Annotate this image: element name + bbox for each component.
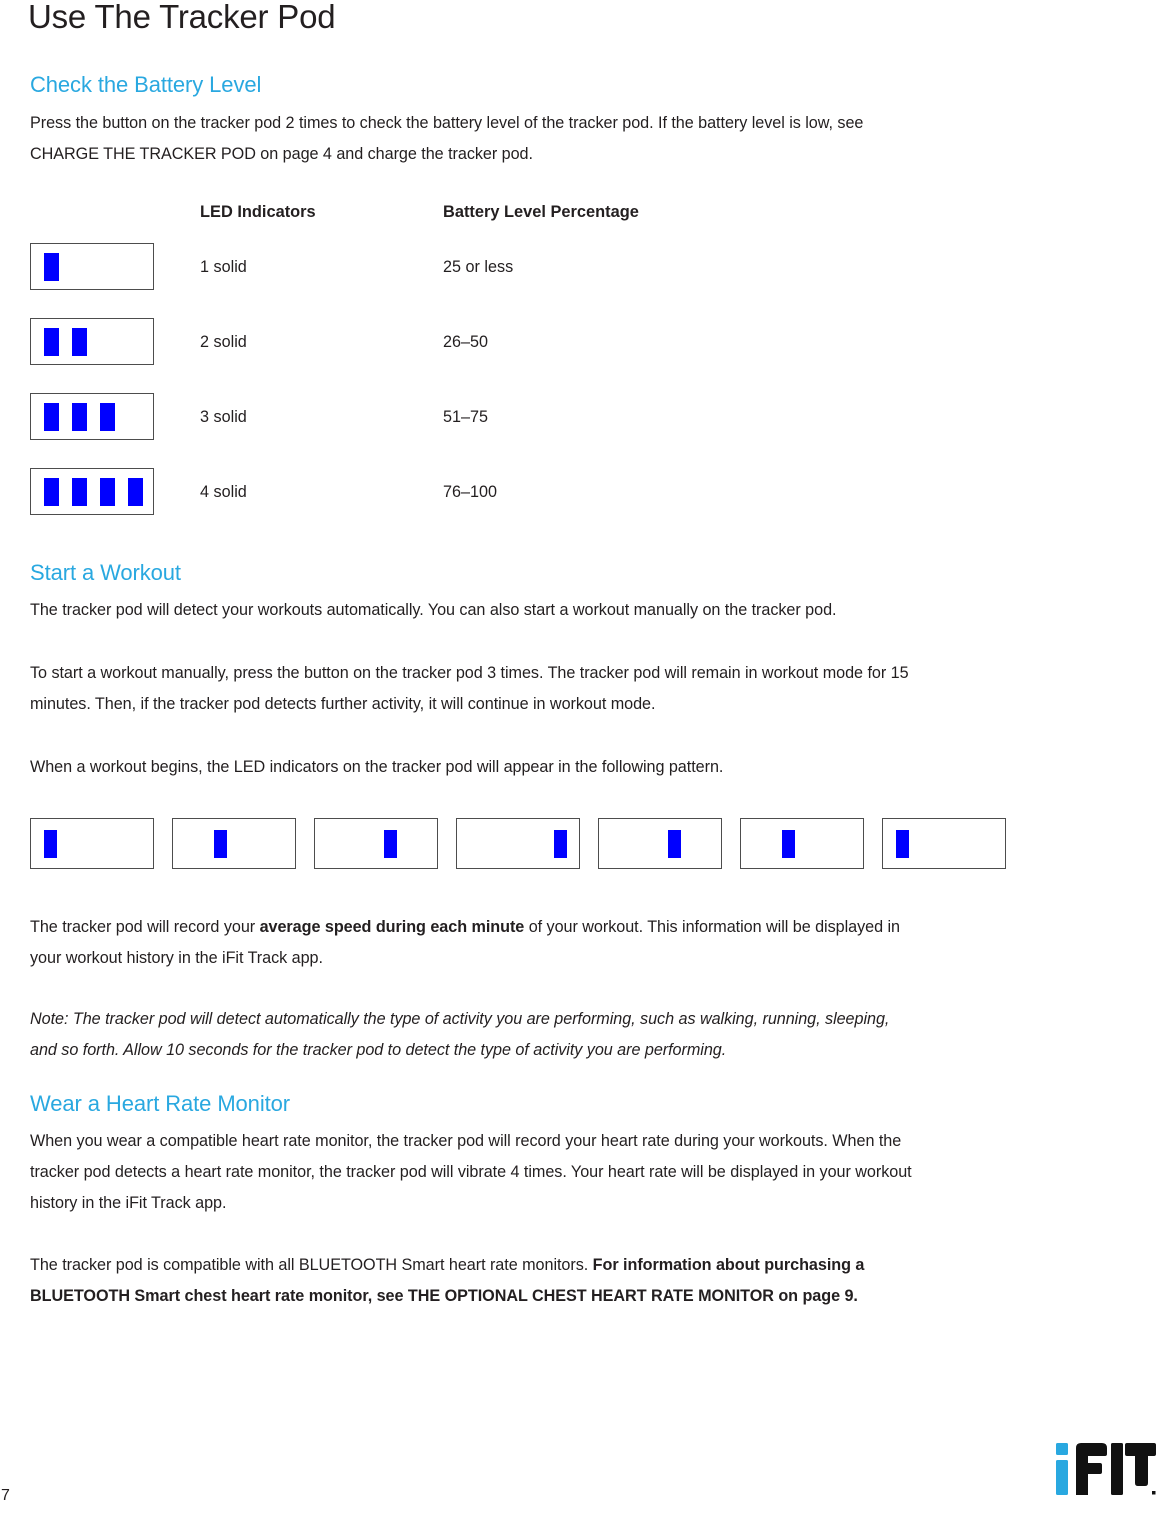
document-page: Use The Tracker Pod Check the Battery Le… <box>0 0 1156 1523</box>
section-heading-heart-rate-monitor: Wear a Heart Rate Monitor <box>30 1091 290 1116</box>
led-module-4-solid <box>30 468 154 515</box>
led-indicator-lit <box>44 478 59 506</box>
led-indicator-lit <box>72 478 87 506</box>
led-indicator-lit <box>44 830 57 858</box>
table-cell-battery-percentage-row-1: 25 or less <box>443 258 514 276</box>
section-heading-battery: Check the Battery Level <box>30 72 262 97</box>
workout-paragraph-3: When a workout begins, the LED indicator… <box>30 758 724 776</box>
table-cell-led-indicators-row-3: 3 solid <box>200 408 247 426</box>
table-header-battery-percentage: Battery Level Percentage <box>443 203 639 221</box>
workout-note-line-1: Note: The tracker pod will detect automa… <box>30 1010 890 1028</box>
section-heading-start-a-workout: Start a Workout <box>30 560 181 585</box>
led-indicator-lit <box>896 830 909 858</box>
battery-intro-line-1: Press the button on the tracker pod 2 ti… <box>30 114 864 132</box>
page-number: 7 <box>1 1487 10 1504</box>
workout-paragraph-4-line-2: your workout history in the iFit Track a… <box>30 949 323 967</box>
ifit-logo <box>1056 1443 1156 1495</box>
led-pattern-frame-1 <box>30 818 154 869</box>
table-header-led-indicators: LED Indicators <box>200 203 316 221</box>
led-indicator-lit <box>44 403 59 431</box>
workout-paragraph-4-bold: average speed during each minute <box>259 918 525 936</box>
led-indicator-lit <box>72 328 87 356</box>
workout-paragraph-2-line-1: To start a workout manually, press the b… <box>30 664 909 682</box>
heart-rate-paragraph-2-line-1: The tracker pod is compatible with all B… <box>30 1250 1155 1281</box>
heart-rate-paragraph-1-line-3: history in the iFit Track app. <box>30 1194 227 1212</box>
led-indicator-lit <box>72 403 87 431</box>
led-module-2-solid <box>30 318 154 365</box>
led-pattern-frame-5 <box>598 818 722 869</box>
table-cell-led-indicators-row-2: 2 solid <box>200 333 247 351</box>
workout-paragraph-2-line-2: minutes. Then, if the tracker pod detect… <box>30 695 656 713</box>
battery-intro-line-2: CHARGE THE TRACKER POD on page 4 and cha… <box>30 145 533 163</box>
led-module-1-solid <box>30 243 154 290</box>
heart-rate-paragraph-2-text: The tracker pod is compatible with all B… <box>30 1256 593 1274</box>
led-indicator-lit <box>128 478 143 506</box>
led-pattern-frame-7 <box>882 818 1006 869</box>
led-indicator-lit <box>100 403 115 431</box>
led-indicator-lit <box>384 830 397 858</box>
led-indicator-lit <box>214 830 227 858</box>
workout-paragraph-4-line-1: The tracker pod will record your average… <box>30 912 1150 943</box>
led-indicator-lit <box>44 253 59 281</box>
workout-paragraph-1: The tracker pod will detect your workout… <box>30 601 837 619</box>
heart-rate-paragraph-1-line-2: tracker pod detects a heart rate monitor… <box>30 1163 912 1181</box>
led-module-3-solid <box>30 393 154 440</box>
page-title: Use The Tracker Pod <box>28 0 336 35</box>
table-cell-battery-percentage-row-3: 51–75 <box>443 408 489 426</box>
led-pattern-frame-6 <box>740 818 864 869</box>
heart-rate-paragraph-2-line-2: BLUETOOTH Smart chest heart rate monitor… <box>30 1287 858 1305</box>
table-cell-led-indicators-row-4: 4 solid <box>200 483 247 501</box>
workout-paragraph-4-text-a: The tracker pod will record your <box>30 918 260 936</box>
led-indicator-lit <box>44 328 59 356</box>
heart-rate-paragraph-1-line-1: When you wear a compatible heart rate mo… <box>30 1132 902 1150</box>
workout-paragraph-4-text-c: of your workout. This information will b… <box>524 918 900 936</box>
led-pattern-frame-2 <box>172 818 296 869</box>
table-cell-battery-percentage-row-2: 26–50 <box>443 333 489 351</box>
workout-note-line-2: and so forth. Allow 10 seconds for the t… <box>30 1041 727 1059</box>
led-pattern-frame-4 <box>456 818 580 869</box>
table-cell-led-indicators-row-1: 1 solid <box>200 258 247 276</box>
led-indicator-lit <box>100 478 115 506</box>
led-pattern-frame-3 <box>314 818 438 869</box>
led-indicator-lit <box>668 830 681 858</box>
led-indicator-lit <box>782 830 795 858</box>
led-indicator-lit <box>554 830 567 858</box>
table-cell-battery-percentage-row-4: 76–100 <box>443 483 498 501</box>
heart-rate-paragraph-2-bold: For information about purchasing a <box>592 1256 865 1274</box>
ifit-logo-icon <box>1056 1443 1156 1495</box>
